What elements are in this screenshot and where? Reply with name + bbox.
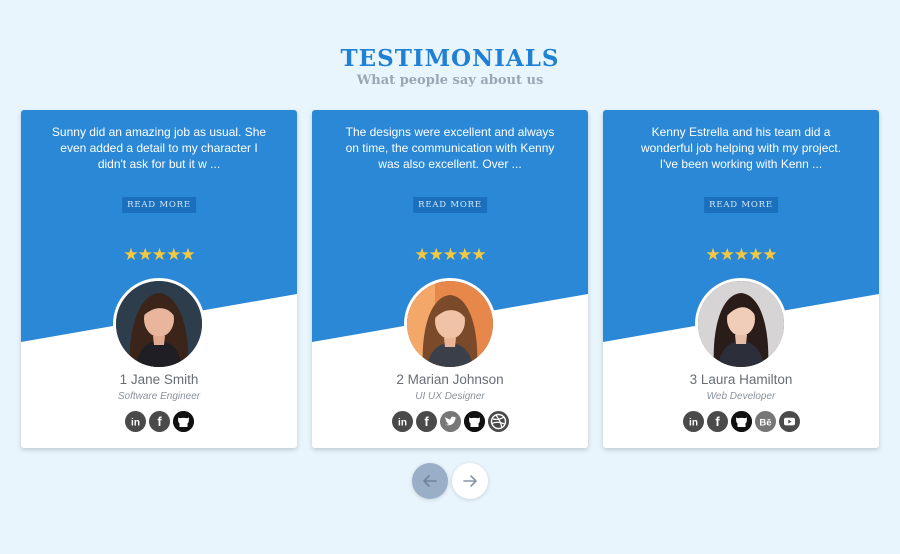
avatar	[113, 278, 205, 370]
testimonial-card: Kenny Estrella and his team did a wonder…	[603, 110, 879, 448]
testimonial-quote: Sunny did an amazing job as usual. She e…	[51, 125, 267, 171]
linkedin-icon[interactable]: in	[391, 411, 413, 432]
arrow-right-icon	[463, 475, 477, 487]
github-icon[interactable]	[172, 411, 194, 432]
read-more-button[interactable]: READ MORE	[122, 197, 196, 213]
page-subtitle: What people say about us	[356, 73, 544, 88]
github-icon[interactable]	[463, 411, 485, 432]
social-links: in f	[312, 411, 588, 432]
person-role: UI UX Designer	[415, 391, 485, 402]
person-name: 3 Laura Hamilton	[689, 372, 793, 387]
testimonial-card: Sunny did an amazing job as usual. She e…	[21, 110, 297, 448]
svg-text:Bē: Bē	[759, 418, 771, 429]
next-button[interactable]	[452, 463, 488, 499]
person-name: 1 Jane Smith	[119, 372, 199, 387]
prev-button[interactable]	[412, 463, 448, 499]
social-links: in f	[21, 411, 297, 432]
person-role: Software Engineer	[117, 391, 201, 402]
facebook-icon[interactable]: f	[706, 411, 728, 432]
facebook-icon[interactable]: f	[148, 411, 170, 432]
svg-text:f: f	[424, 414, 429, 429]
person-role: Web Developer	[706, 391, 776, 402]
twitter-icon[interactable]	[439, 411, 461, 432]
avatar	[404, 278, 496, 370]
testimonial-card: The designs were excellent and always on…	[312, 110, 588, 448]
svg-text:in: in	[398, 418, 407, 429]
behance-icon[interactable]: Bē	[754, 411, 776, 432]
person-name: 2 Marian Johnson	[396, 372, 504, 387]
facebook-icon[interactable]: f	[415, 411, 437, 432]
linkedin-icon[interactable]: in	[124, 411, 146, 432]
avatar	[695, 278, 787, 370]
page-title: TESTIMONIALS	[340, 45, 560, 72]
youtube-icon[interactable]	[778, 411, 800, 432]
svg-text:f: f	[715, 414, 720, 429]
rating-stars: ★★★★★	[414, 245, 486, 264]
dribbble-icon[interactable]	[487, 411, 509, 432]
arrow-left-icon	[423, 475, 437, 487]
rating-stars: ★★★★★	[705, 245, 777, 264]
svg-text:f: f	[157, 414, 162, 429]
section-heading: TESTIMONIALS What people say about us	[0, 46, 900, 89]
read-more-button[interactable]: READ MORE	[704, 197, 778, 213]
read-more-button[interactable]: READ MORE	[413, 197, 487, 213]
svg-text:in: in	[689, 418, 698, 429]
rating-stars: ★★★★★	[123, 245, 195, 264]
testimonial-quote: Kenny Estrella and his team did a wonder…	[640, 125, 842, 171]
svg-text:in: in	[131, 418, 140, 429]
github-icon[interactable]	[730, 411, 752, 432]
social-links: in f Bē	[603, 411, 879, 432]
linkedin-icon[interactable]: in	[682, 411, 704, 432]
testimonial-quote: The designs were excellent and always on…	[345, 125, 555, 171]
